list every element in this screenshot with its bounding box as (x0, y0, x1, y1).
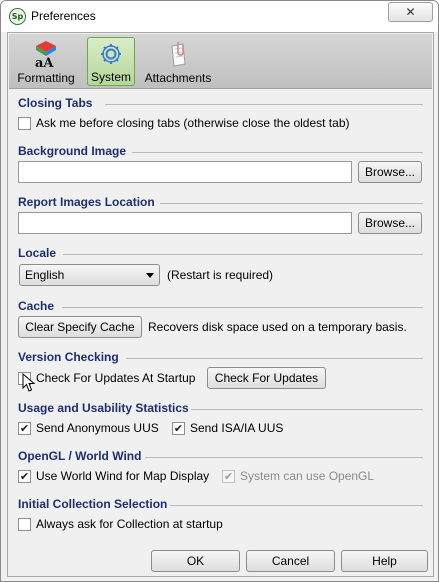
always-ask-collection-label: Always ask for Collection at startup (36, 517, 223, 531)
section-divider (132, 152, 423, 153)
ok-button[interactable]: OK (151, 550, 240, 572)
close-button[interactable]: ✕ (388, 2, 433, 22)
use-world-wind-checkbox[interactable]: ✔ (18, 469, 31, 483)
tab-attachments[interactable]: Attachments (143, 37, 213, 86)
send-isa-uus-row: ✔ Send ISA/IA UUS (172, 421, 283, 435)
app-icon: Sp (9, 8, 26, 25)
tab-attachments-label: Attachments (144, 71, 212, 85)
use-world-wind-row: ✔ Use World Wind for Map Display (18, 469, 209, 483)
report-images-browse-button[interactable]: Browse... (358, 212, 422, 234)
preferences-dialog: Sp Preferences ✕ aA Formatting System At… (0, 0, 439, 582)
help-button[interactable]: Help (341, 550, 428, 572)
section-header-usage-statistics: Usage and Usability Statistics (18, 401, 189, 415)
dialog-content: aA Formatting System Attachments Closing… (7, 32, 434, 577)
section-divider (145, 457, 423, 458)
send-isa-uus-checkbox[interactable]: ✔ (172, 421, 185, 435)
send-anonymous-uus-checkbox[interactable]: ✔ (18, 421, 31, 435)
section-header-closing-tabs: Closing Tabs (18, 96, 93, 110)
system-opengl-label: System can use OpenGL (240, 469, 375, 483)
section-header-opengl: OpenGL / World Wind (18, 449, 142, 463)
tab-formatting[interactable]: aA Formatting (14, 37, 78, 86)
section-header-background-image: Background Image (18, 144, 127, 158)
section-divider (191, 409, 423, 410)
section-header-version-checking: Version Checking (18, 350, 119, 364)
section-divider (105, 104, 423, 105)
check-updates-startup-row: Check For Updates At Startup (18, 371, 195, 385)
section-header-report-images: Report Images Location (18, 195, 155, 209)
section-header-locale: Locale (18, 246, 57, 260)
window-title: Preferences (31, 9, 96, 23)
system-opengl-row: ✔ System can use OpenGL (222, 469, 374, 483)
gear-icon (101, 44, 121, 64)
tab-formatting-label: Formatting (17, 71, 75, 85)
section-header-cache: Cache (18, 299, 55, 313)
always-ask-collection-row: Always ask for Collection at startup (18, 517, 223, 531)
preferences-toolbar: aA Formatting System Attachments (9, 34, 432, 89)
ask-before-closing-label: Ask me before closing tabs (otherwise cl… (36, 116, 350, 130)
tab-system[interactable]: System (87, 37, 135, 86)
attachments-icon (171, 42, 186, 67)
cache-description: Recovers disk space used on a temporary … (148, 320, 407, 334)
send-isa-uus-label: Send ISA/IA UUS (190, 421, 284, 435)
formatting-icon: aA (35, 41, 56, 68)
section-divider (160, 203, 423, 204)
section-divider (126, 358, 423, 359)
background-image-browse-button[interactable]: Browse... (358, 161, 422, 183)
background-image-field[interactable] (18, 161, 352, 183)
locale-selected-value: English (25, 268, 65, 282)
send-anonymous-uus-row: ✔ Send Anonymous UUS (18, 421, 159, 435)
section-divider (63, 254, 423, 255)
section-divider (170, 505, 423, 506)
send-anonymous-uus-label: Send Anonymous UUS (36, 421, 159, 435)
section-header-initial-collection: Initial Collection Selection (18, 497, 168, 511)
always-ask-collection-checkbox[interactable] (18, 517, 31, 531)
title-bar: Sp Preferences ✕ (1, 1, 438, 32)
tab-system-label: System (90, 70, 131, 84)
cancel-button[interactable]: Cancel (246, 550, 335, 572)
closing-tabs-row: Ask me before closing tabs (otherwise cl… (18, 116, 350, 130)
svg-text:aA: aA (35, 56, 54, 68)
locale-select[interactable]: English (19, 264, 160, 286)
section-divider (62, 307, 423, 308)
locale-note: (Restart is required) (167, 268, 274, 282)
system-opengl-checkbox: ✔ (222, 469, 235, 483)
clear-cache-button[interactable]: Clear Specify Cache (18, 316, 142, 338)
use-world-wind-label: Use World Wind for Map Display (36, 469, 210, 483)
mouse-pointer-icon (22, 373, 36, 392)
chevron-down-icon (146, 273, 154, 278)
check-for-updates-button[interactable]: Check For Updates (207, 367, 326, 389)
report-images-field[interactable] (18, 212, 352, 234)
check-updates-startup-label: Check For Updates At Startup (36, 371, 196, 385)
ask-before-closing-checkbox[interactable] (18, 116, 31, 130)
